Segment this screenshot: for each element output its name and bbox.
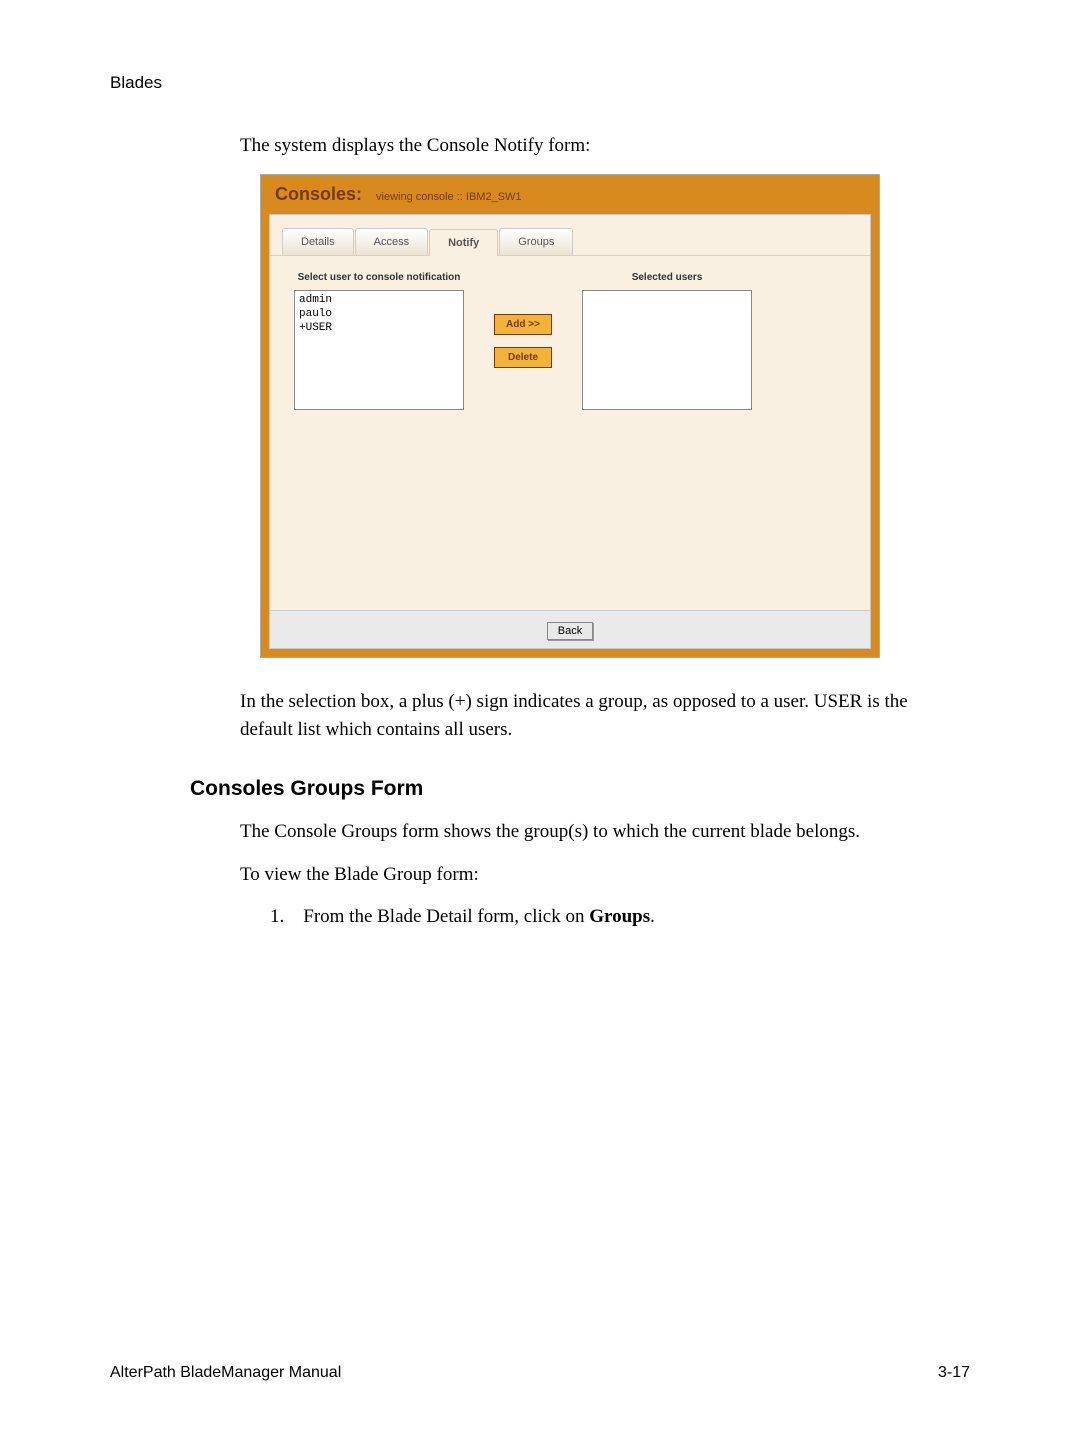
page-footer: AlterPath BladeManager Manual 3-17 [110,1361,970,1385]
back-button[interactable]: Back [547,622,593,640]
step-1-suffix: . [650,906,655,927]
left-column: Select user to console notification admi… [294,270,464,410]
add-button[interactable]: Add >> [494,314,552,335]
tab-access[interactable]: Access [355,228,428,256]
right-column: Selected users [582,270,752,410]
list-item[interactable]: paulo [299,308,459,322]
groups-desc-text: The Console Groups form shows the group(… [240,818,960,847]
screenshot-body: Select user to console notification admi… [270,256,870,610]
delete-button[interactable]: Delete [494,347,552,368]
tab-row: Details Access Notify Groups [270,215,870,256]
selected-users-listbox[interactable] [582,290,752,410]
screenshot-subtitle: viewing console :: IBM2_SW1 [376,189,522,206]
screenshot-wrap: Consoles: viewing console :: IBM2_SW1 De… [260,174,880,658]
list-item[interactable]: +USER [299,322,459,336]
footer-left: AlterPath BladeManager Manual [110,1361,341,1385]
screenshot-header: Consoles: viewing console :: IBM2_SW1 [261,175,879,211]
footer-right: 3-17 [938,1361,970,1385]
tab-groups[interactable]: Groups [499,228,573,256]
view-blade-group-text: To view the Blade Group form: [240,861,960,890]
list-item[interactable]: admin [299,294,459,308]
available-users-listbox[interactable]: admin paulo +USER [294,290,464,410]
after-screenshot-text: In the selection box, a plus (+) sign in… [240,688,960,745]
screenshot-inner-panel: Details Access Notify Groups Select user… [269,214,871,649]
tab-details[interactable]: Details [282,228,354,256]
tab-notify[interactable]: Notify [429,229,498,257]
screenshot-panel: Consoles: viewing console :: IBM2_SW1 De… [260,174,880,658]
screenshot-title: Consoles: [275,181,362,208]
step-1-prefix: 1. From the Blade Detail form, click on [270,906,589,927]
consoles-groups-heading: Consoles Groups Form [190,773,970,805]
step-1: 1. From the Blade Detail form, click on … [270,903,950,932]
section-label: Blades [110,70,970,96]
middle-buttons: Add >> Delete [494,270,552,368]
left-col-label: Select user to console notification [294,270,464,284]
right-col-label: Selected users [582,270,752,284]
step-1-bold: Groups [589,906,650,927]
screenshot-footer-bar: Back [270,610,870,648]
intro-text: The system displays the Console Notify f… [240,132,960,161]
